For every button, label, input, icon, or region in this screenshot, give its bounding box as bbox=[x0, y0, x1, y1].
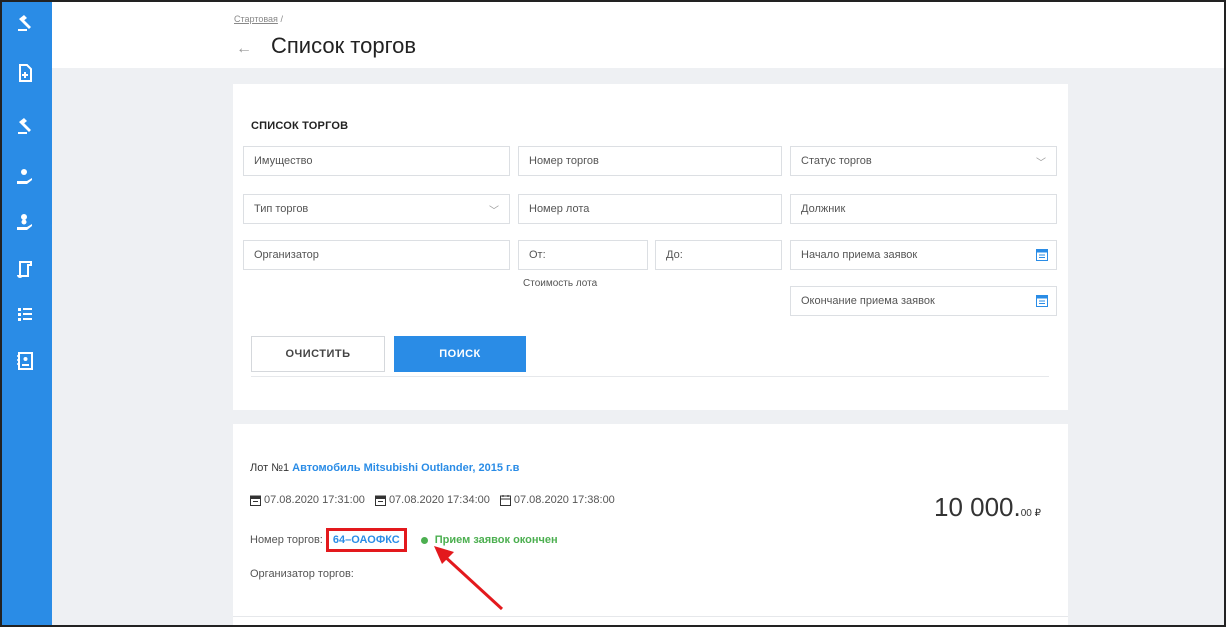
lot-card: Лот №1 Автомобиль Mitsubishi Outlander, … bbox=[233, 424, 1068, 625]
organizer-label: Организатор торгов: bbox=[250, 568, 354, 580]
date-result-text: 07.08.2020 17:38:00 bbox=[513, 494, 615, 506]
divider bbox=[251, 376, 1049, 377]
auction-type-select[interactable]: Тип торгов ﹀ bbox=[243, 194, 510, 224]
date-result: 07.08.2020 17:38:00 bbox=[499, 494, 615, 506]
lot-price: 10 000.00 ₽ bbox=[934, 492, 1041, 523]
chevron-down-icon: ﹀ bbox=[1036, 158, 1046, 169]
date-start-text: 07.08.2020 17:31:00 bbox=[264, 494, 365, 506]
price-to-field[interactable]: До: bbox=[655, 240, 782, 270]
debtor-placeholder: Должник bbox=[801, 203, 846, 215]
auction-number-placeholder: Номер торгов bbox=[529, 155, 599, 167]
date-start: 07.08.2020 17:31:00 bbox=[250, 494, 365, 506]
organizer-placeholder: Организатор bbox=[254, 249, 319, 261]
page-title: Список торгов bbox=[271, 33, 417, 58]
lot-number-placeholder: Номер лота bbox=[529, 203, 590, 215]
annotation-arrow-icon bbox=[434, 546, 504, 611]
sidebar bbox=[2, 2, 52, 625]
lot-number-field[interactable]: Номер лота bbox=[518, 194, 782, 224]
date-end: 07.08.2020 17:34:00 bbox=[374, 494, 490, 506]
hand-coin-icon[interactable] bbox=[14, 166, 36, 188]
auction-label: Номер торгов: bbox=[250, 534, 323, 546]
apply-end-placeholder: Окончание приема заявок bbox=[801, 295, 935, 307]
auction-number-link[interactable]: 64–ОАОФКС bbox=[325, 528, 407, 552]
calendar-icon[interactable] bbox=[1036, 294, 1048, 307]
breadcrumb: Стартовая / bbox=[234, 14, 283, 24]
chevron-down-icon: ﹀ bbox=[489, 206, 499, 217]
lot-prefix: Лот №1 bbox=[250, 462, 290, 474]
date-end-text: 07.08.2020 17:34:00 bbox=[388, 494, 490, 506]
price-label: Стоимость лота bbox=[523, 278, 598, 289]
page-header: Стартовая / ← Список торгов bbox=[52, 2, 1224, 68]
search-button[interactable]: ПОИСК bbox=[394, 336, 526, 372]
lot-title-link[interactable]: Автомобиль Mitsubishi Outlander, 2015 г.… bbox=[292, 462, 519, 474]
hand-coins-icon[interactable] bbox=[14, 212, 36, 234]
apply-end-date-field[interactable]: Окончание приема заявок bbox=[790, 286, 1057, 316]
arrow-left-icon[interactable]: ← bbox=[236, 39, 256, 59]
divider bbox=[233, 616, 1068, 617]
lot-dates: 07.08.2020 17:31:00 07.08.2020 17:34:00 … bbox=[250, 494, 615, 506]
auction-number-field[interactable]: Номер торгов bbox=[518, 146, 782, 176]
price-main: 10 000. bbox=[933, 492, 1021, 522]
calendar-icon bbox=[250, 495, 261, 506]
price-from-placeholder: От: bbox=[529, 249, 546, 261]
debtor-field[interactable]: Должник bbox=[790, 194, 1057, 224]
auction-status-placeholder: Статус торгов bbox=[801, 155, 872, 167]
lot-title: Лот №1 Автомобиль Mitsubishi Outlander, … bbox=[250, 462, 519, 474]
scroll-icon[interactable] bbox=[14, 258, 36, 280]
gavel-icon[interactable] bbox=[14, 115, 36, 137]
auction-status-select[interactable]: Статус торгов ﹀ bbox=[790, 146, 1057, 176]
breadcrumb-home-link[interactable]: Стартовая bbox=[234, 14, 278, 24]
app-window: Стартовая / ← Список торгов СПИСОК ТОРГО… bbox=[0, 0, 1226, 627]
document-icon[interactable] bbox=[14, 62, 36, 84]
apply-start-date-field[interactable]: Начало приема заявок bbox=[790, 240, 1057, 270]
contacts-icon[interactable] bbox=[14, 350, 36, 372]
breadcrumb-separator: / bbox=[280, 14, 283, 24]
filter-card: СПИСОК ТОРГОВ Имущество Номер торгов Ста… bbox=[233, 84, 1068, 410]
price-to-placeholder: До: bbox=[666, 249, 683, 261]
calendar-icon bbox=[499, 494, 511, 506]
price-cents: 00 ₽ bbox=[1020, 508, 1041, 519]
property-field[interactable]: Имущество bbox=[243, 146, 510, 176]
property-placeholder: Имущество bbox=[254, 155, 313, 167]
auction-type-placeholder: Тип торгов bbox=[254, 203, 309, 215]
clear-button[interactable]: ОЧИСТИТЬ bbox=[251, 336, 385, 372]
filter-heading: СПИСОК ТОРГОВ bbox=[251, 120, 349, 132]
calendar-icon[interactable] bbox=[1036, 248, 1048, 261]
gavel-icon[interactable] bbox=[14, 12, 36, 34]
organizer-field[interactable]: Организатор bbox=[243, 240, 510, 270]
apply-start-placeholder: Начало приема заявок bbox=[801, 249, 918, 261]
list-icon[interactable] bbox=[14, 304, 36, 326]
calendar-icon bbox=[374, 495, 386, 506]
price-from-field[interactable]: От: bbox=[518, 240, 648, 270]
